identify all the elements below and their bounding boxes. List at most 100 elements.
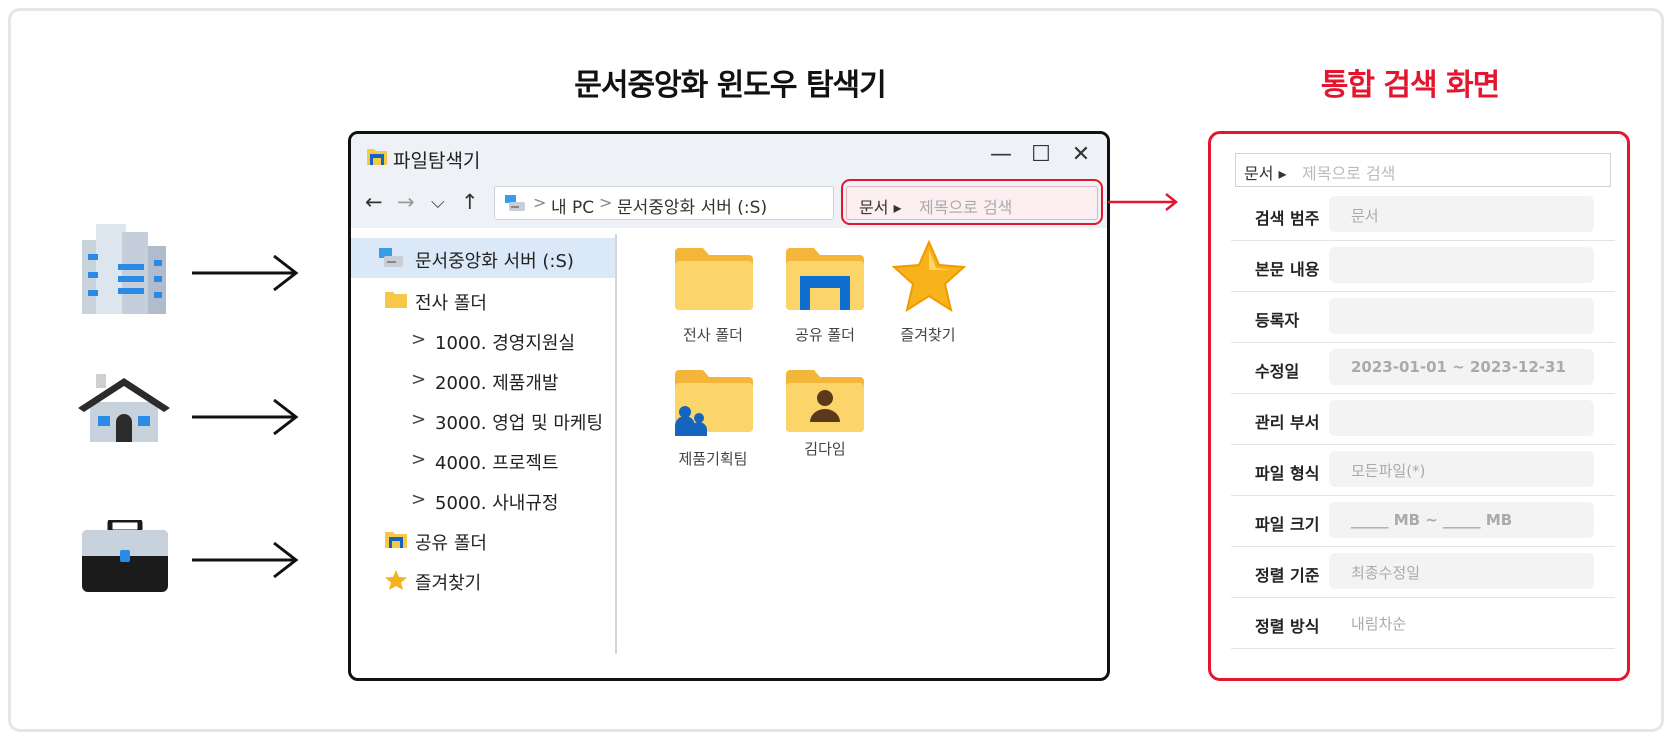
sidebar-item-4000[interactable]: > 4000. 프로젝트 [351,440,615,480]
sidebar-item-label: 5000. 사내규정 [435,493,559,514]
folder-icon [675,248,753,314]
close-button[interactable]: ✕ [1067,142,1095,167]
sort-by-field[interactable]: 최종수정일 [1329,553,1594,589]
sidebar-item-shared-folder[interactable]: 공유 폴더 [351,520,615,560]
shared-folder-icon [786,248,864,314]
recent-locations-button[interactable]: ⌵ [431,192,445,213]
star-icon [891,239,967,316]
filter-row-category: 검색 범주 문서 [1231,190,1615,241]
search-highlight [841,179,1103,225]
filter-value: 2023-01-01 ~ 2023-12-31 [1351,358,1566,376]
breadcrumb-item[interactable]: 내 PC [551,193,594,218]
server-drive-icon [505,195,525,216]
briefcase-icon [82,517,168,596]
shared-folder-icon [385,530,407,553]
filter-value: _____ MB ~ _____ MB [1351,511,1513,529]
folder-icon [385,290,407,313]
sidebar-item-label: 전사 폴더 [415,293,487,314]
breadcrumb-item[interactable]: 문서중앙화 서버 (:S) [617,193,767,218]
arrow-right-icon [192,254,299,292]
chevron-right-icon[interactable]: > [411,329,426,350]
sort-order-value[interactable]: 내림차순 [1351,613,1406,634]
filter-row-file-size: 파일 크기 _____ MB ~ _____ MB [1231,496,1615,547]
chevron-right-icon[interactable]: > [411,409,426,430]
search-placeholder: 제목으로 검색 [1302,164,1396,183]
sidebar-item-5000[interactable]: > 5000. 사내규정 [351,480,615,520]
back-button[interactable]: ← [365,190,383,214]
sidebar-item-label: 공유 폴더 [415,533,487,554]
content-item-company-folder[interactable]: 전사 폴더 [663,248,763,344]
filter-row-body: 본문 내용 [1231,241,1615,292]
filter-label: 관리 부서 [1255,413,1320,432]
content-item-favorites[interactable]: 즐겨찾기 [878,239,978,344]
sidebar-item-3000[interactable]: > 3000. 영업 및 마케팅 [351,400,615,440]
filter-row-sort-by: 정렬 기준 최종수정일 [1231,547,1615,598]
content-item-label: 김다임 [804,440,846,458]
server-drive-icon [379,248,403,273]
filter-label: 파일 형식 [1255,464,1320,483]
sidebar-item-server[interactable]: 문서중앙화 서버 (:S) [351,238,615,278]
arrow-right-icon [1108,193,1179,211]
filter-label: 파일 크기 [1255,515,1320,534]
navigation-pane: 문서중앙화 서버 (:S) 전사 폴더 > 1000. 경영지원실 > 2000… [351,228,615,678]
sidebar-item-2000[interactable]: > 2000. 제품개발 [351,360,615,400]
filter-label: 정렬 방식 [1255,617,1320,636]
body-text-field[interactable] [1329,247,1594,283]
breadcrumb-separator: > [533,193,547,212]
filter-row-file-type: 파일 형식 모든파일(*) [1231,445,1615,496]
file-size-field[interactable]: _____ MB ~ _____ MB [1329,502,1594,538]
sidebar-item-label: 문서중앙화 서버 (:S) [415,251,574,272]
sidebar-item-favorites[interactable]: 즐겨찾기 [351,560,615,600]
panel-search-input[interactable]: 문서 ▸ 제목으로 검색 [1235,153,1611,187]
content-item-label: 공유 폴더 [795,326,855,344]
address-bar[interactable]: > 내 PC > 문서중앙화 서버 (:S) [494,186,834,220]
user-folder-icon [786,370,864,436]
content-item-label: 전사 폴더 [683,326,743,344]
filter-row-modified-date: 수정일 2023-01-01 ~ 2023-12-31 [1231,343,1615,394]
content-item-label: 제품기획팀 [678,450,748,468]
content-item-shared-folder[interactable]: 공유 폴더 [775,248,875,344]
breadcrumb-separator: > [599,193,613,212]
sidebar-item-label: 3000. 영업 및 마케팅 [435,413,604,434]
modified-date-field[interactable]: 2023-01-01 ~ 2023-12-31 [1329,349,1594,385]
search-scope: 문서 ▸ [1244,164,1287,183]
chevron-right-icon[interactable]: > [411,449,426,470]
chevron-right-icon[interactable]: > [411,369,426,390]
forward-button[interactable]: → [397,190,415,214]
filter-label: 수정일 [1255,362,1300,381]
chevron-right-icon[interactable]: > [411,489,426,510]
file-explorer-window: 파일탐색기 — ☐ ✕ ← → ⌵ ↑ > 내 PC > 문서중앙화 서버 (:… [348,131,1110,681]
filter-value: 문서 [1351,207,1379,225]
filter-label: 정렬 기준 [1255,566,1320,585]
department-field[interactable] [1329,400,1594,436]
content-item-label: 즐겨찾기 [900,326,956,344]
search-section-title: 통합 검색 화면 [1320,68,1501,103]
integrated-search-panel: 문서 ▸ 제목으로 검색 검색 범주 문서 본문 내용 등록자 수정일 2023… [1208,131,1630,681]
sidebar-item-label: 4000. 프로젝트 [435,453,559,474]
content-item-user-folder[interactable]: 김다임 [775,370,875,460]
shared-folder-icon [367,147,387,169]
up-button[interactable]: ↑ [461,190,479,214]
window-title: 파일탐색기 [393,150,481,172]
house-icon [78,374,170,446]
filter-row-sort-order: 정렬 방식 내림차순 [1231,598,1615,649]
file-type-field[interactable]: 모든파일(*) [1329,451,1594,487]
team-folder-icon [675,370,753,440]
filter-row-department: 관리 부서 [1231,394,1615,445]
filter-label: 검색 범주 [1255,209,1320,228]
sidebar-item-company-folder[interactable]: 전사 폴더 [351,280,615,320]
content-item-team-folder[interactable]: 제품기획팀 [663,370,763,468]
arrow-right-icon [192,541,299,579]
maximize-button[interactable]: ☐ [1027,142,1055,167]
minimize-button[interactable]: — [987,142,1015,167]
category-field[interactable]: 문서 [1329,196,1594,232]
filter-value: 최종수정일 [1351,564,1421,582]
sidebar-item-label: 즐겨찾기 [415,573,482,594]
sidebar-item-1000[interactable]: > 1000. 경영지원실 [351,320,615,360]
filter-label: 등록자 [1255,311,1300,330]
registrant-field[interactable] [1329,298,1594,334]
arrow-right-icon [192,398,299,436]
sidebar-item-label: 1000. 경영지원실 [435,333,576,354]
star-icon [385,570,407,595]
sidebar-item-label: 2000. 제품개발 [435,373,559,394]
